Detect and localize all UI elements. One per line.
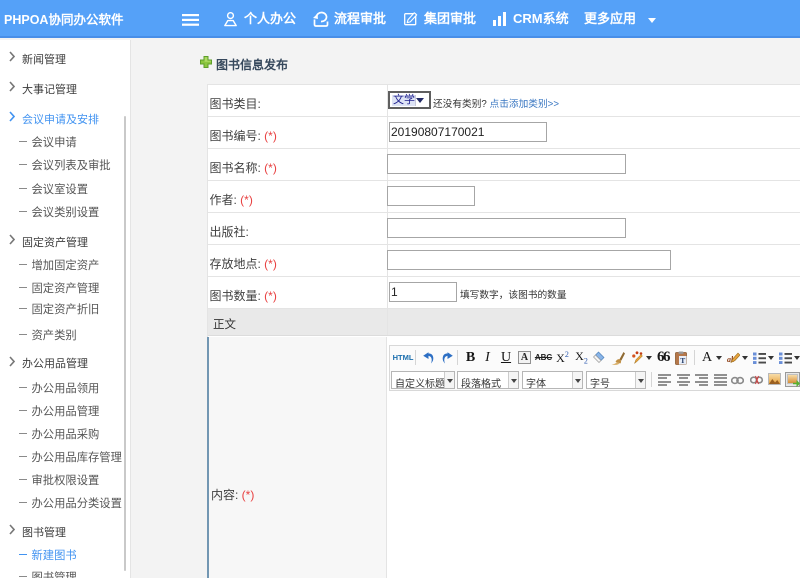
svg-text:T: T bbox=[680, 355, 685, 364]
